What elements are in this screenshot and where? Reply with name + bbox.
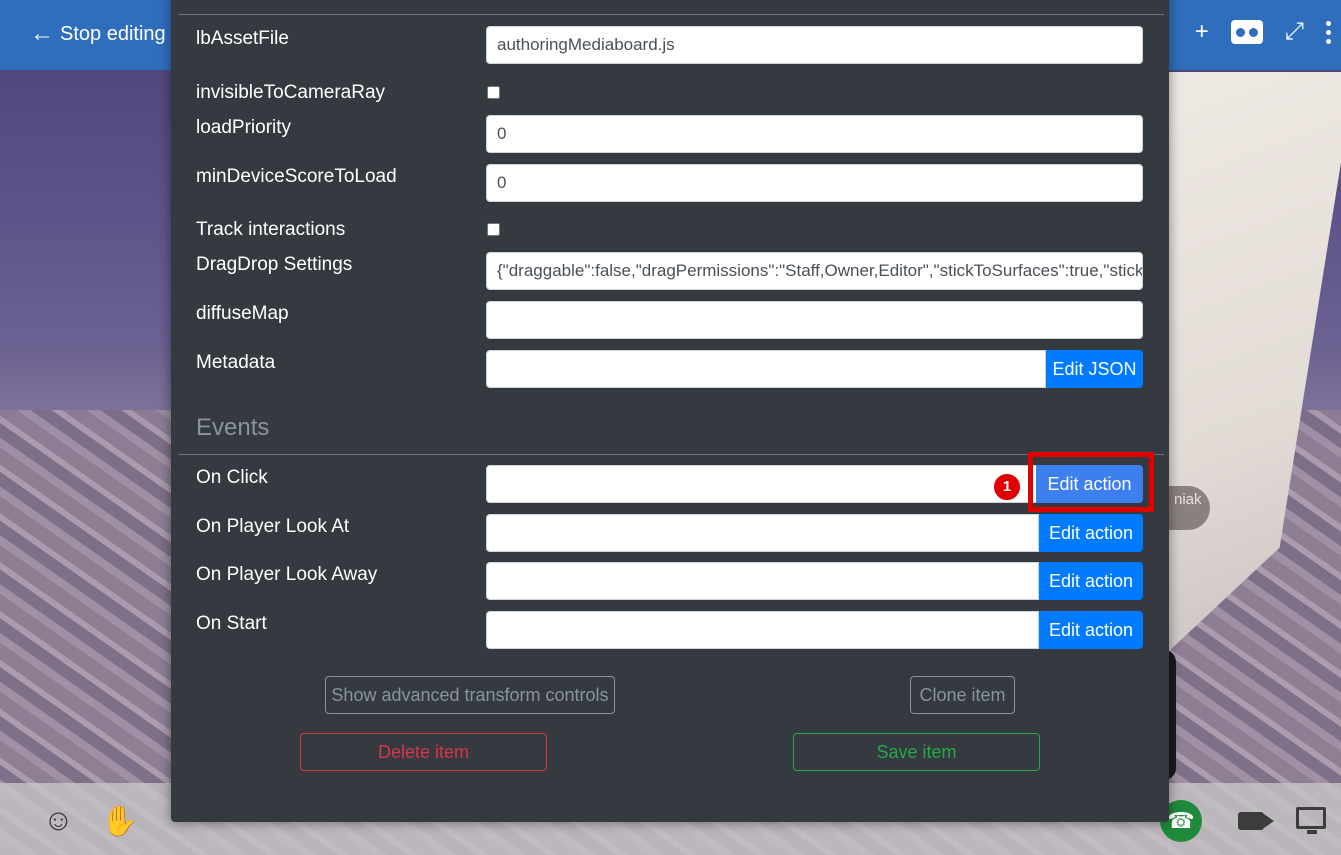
on-start-input[interactable]: [486, 611, 1039, 649]
add-icon[interactable]: +: [1195, 18, 1209, 46]
field-track-interactions: Track interactions: [196, 217, 1143, 255]
edit-json-button[interactable]: Edit JSON: [1046, 350, 1143, 388]
invisibletocameraray-checkbox[interactable]: [487, 86, 500, 99]
field-label: Metadata: [196, 352, 276, 373]
field-dragdrop-settings: DragDrop Settings {"draggable":false,"dr…: [196, 252, 1143, 290]
field-lbassetfile: lbAssetFile authoringMediaboard.js: [196, 26, 1143, 64]
field-label: loadPriority: [196, 117, 292, 138]
on-player-look-at-edit-action-button[interactable]: Edit action: [1039, 514, 1143, 552]
show-advanced-transform-button[interactable]: Show advanced transform controls: [325, 676, 615, 714]
track-interactions-checkbox[interactable]: [487, 223, 500, 236]
field-loadpriority: loadPriority 0: [196, 115, 1143, 153]
camera-icon[interactable]: [1238, 812, 1274, 830]
fullscreen-icon[interactable]: ⤢: [1285, 18, 1304, 46]
on-start-edit-action-button[interactable]: Edit action: [1039, 611, 1143, 649]
field-metadata: Metadata Edit JSON: [196, 350, 1143, 388]
field-label: On Click: [196, 467, 268, 488]
divider: [178, 14, 1164, 15]
raise-hand-icon[interactable]: ✋: [101, 804, 138, 839]
mindevicescoretoload-input[interactable]: 0: [486, 164, 1143, 202]
top-bar-icons: + ⤢: [1195, 18, 1331, 46]
dragdrop-settings-input[interactable]: {"draggable":false,"dragPermissions":"St…: [486, 252, 1143, 290]
events-heading: Events: [196, 414, 270, 441]
event-on-player-look-at: On Player Look At Edit action: [196, 514, 1143, 552]
field-label: DragDrop Settings: [196, 254, 353, 275]
on-click-input[interactable]: [486, 465, 1039, 503]
field-diffusemap: diffuseMap: [196, 301, 1143, 339]
field-label: lbAssetFile: [196, 28, 289, 49]
diffusemap-input[interactable]: [486, 301, 1143, 339]
event-on-start: On Start Edit action: [196, 611, 1143, 649]
save-item-button[interactable]: Save item: [793, 733, 1040, 771]
field-label: diffuseMap: [196, 303, 289, 324]
on-player-look-away-input[interactable]: [486, 562, 1039, 600]
clone-item-button[interactable]: Clone item: [910, 676, 1015, 714]
more-icon[interactable]: [1326, 20, 1331, 44]
field-label: On Player Look Away: [196, 564, 378, 585]
field-label: invisibleToCameraRay: [196, 82, 386, 103]
field-label: On Start: [196, 613, 267, 634]
field-label: minDeviceScoreToLoad: [196, 166, 397, 187]
annotation-highlight-box: [1028, 452, 1154, 512]
on-player-look-at-input[interactable]: [486, 514, 1039, 552]
event-on-player-look-away: On Player Look Away Edit action: [196, 562, 1143, 600]
stop-editing-label: Stop editing: [60, 22, 166, 45]
divider: [178, 454, 1164, 455]
delete-item-button[interactable]: Delete item: [300, 733, 547, 771]
annotation-badge: 1: [992, 472, 1022, 502]
loadpriority-input[interactable]: 0: [486, 115, 1143, 153]
back-arrow-icon: ←: [30, 20, 54, 47]
edit-item-modal: lbAssetFile authoringMediaboard.js invis…: [171, 0, 1169, 822]
screen-share-icon[interactable]: [1296, 807, 1326, 834]
field-label: Track interactions: [196, 219, 346, 240]
vr-headset-icon[interactable]: [1230, 20, 1263, 44]
field-invisibletocameraray: invisibleToCameraRay: [196, 80, 1143, 118]
emoji-icon[interactable]: ☺: [43, 804, 74, 838]
lbassetfile-input[interactable]: authoringMediaboard.js: [486, 26, 1143, 64]
field-label: On Player Look At: [196, 516, 350, 537]
field-mindevicescoretoload: minDeviceScoreToLoad 0: [196, 164, 1143, 202]
metadata-input[interactable]: [486, 350, 1046, 388]
on-player-look-away-edit-action-button[interactable]: Edit action: [1039, 562, 1143, 600]
stop-editing-button[interactable]: ← Stop editing: [30, 22, 166, 46]
